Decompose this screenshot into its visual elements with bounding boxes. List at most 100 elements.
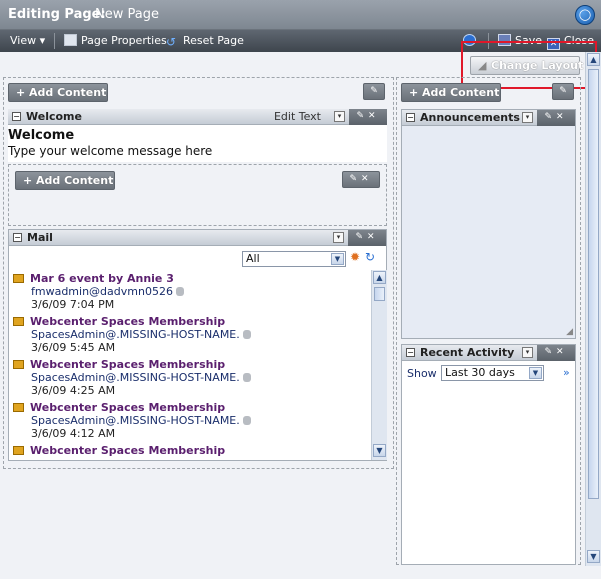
scroll-down-icon[interactable]: ▼ — [373, 444, 386, 457]
add-content-button[interactable]: + Add Content — [15, 171, 115, 190]
toolbar-divider — [54, 33, 55, 49]
mail-subject[interactable]: Webcenter Spaces Membership — [30, 444, 225, 457]
panel-menu-icon[interactable]: ▾ — [522, 347, 533, 358]
mail-sender[interactable]: SpacesAdmin@.MISSING-HOST-NAME. — [31, 414, 240, 427]
mail-date: 3/6/09 5:45 AM — [31, 341, 116, 354]
collapse-icon[interactable]: − — [12, 112, 21, 121]
column-edit-button[interactable]: ✎ — [363, 83, 385, 100]
pencil-icon: ✎ — [356, 111, 368, 121]
mail-subject[interactable]: Webcenter Spaces Membership — [30, 401, 225, 414]
view-menu[interactable]: View ▾ — [10, 34, 45, 47]
mail-item[interactable]: Mar 6 event by Annie 3 fmwadmin@dadvmn052… — [13, 272, 184, 311]
mail-sender[interactable]: SpacesAdmin@.MISSING-HOST-NAME. — [31, 328, 240, 341]
announcements-title: Announcements — [420, 111, 520, 124]
mail-date: 3/6/09 4:25 AM — [31, 384, 116, 397]
pencil-icon: ✎ — [559, 86, 567, 96]
page-properties-icon — [64, 34, 77, 46]
close-icon: ✕ — [367, 232, 379, 242]
close-icon: ✕ — [368, 111, 380, 121]
collapse-icon[interactable]: − — [406, 348, 415, 357]
pencil-icon: ✎ — [349, 174, 361, 184]
show-label: Show — [407, 367, 437, 380]
mail-sender[interactable]: SpacesAdmin@.MISSING-HOST-NAME. — [31, 371, 240, 384]
welcome-header: − Welcome Edit Text ▾ ✎✕ — [8, 109, 387, 125]
mail-subject[interactable]: Mar 6 event by Annie 3 — [30, 272, 174, 285]
mail-scrollbar[interactable]: ▲ ▼ — [371, 270, 387, 460]
mail-date: 3/6/09 7:04 PM — [31, 298, 115, 311]
more-icon[interactable]: » — [563, 366, 570, 379]
page-properties-button[interactable]: Page Properties — [64, 34, 167, 47]
panel-menu-icon[interactable]: ▾ — [333, 232, 344, 243]
mail-icon — [13, 360, 24, 369]
mail-subject[interactable]: Webcenter Spaces Membership — [30, 315, 225, 328]
scroll-up-icon[interactable]: ▲ — [373, 271, 386, 284]
collapse-icon[interactable]: − — [406, 113, 415, 122]
period-select[interactable]: Last 30 days ▼ — [441, 365, 544, 381]
welcome-panel: − Welcome Edit Text ▾ ✎✕ Welcome Type yo… — [8, 109, 387, 162]
recent-activity-title: Recent Activity — [420, 346, 515, 359]
announcements-header: − Announcements ▾ ✎✕ — [402, 110, 575, 126]
close-icon: ✕ — [361, 174, 373, 184]
panel-actions[interactable]: ✎✕ — [348, 230, 386, 246]
chevron-down-icon: ▼ — [529, 367, 542, 379]
mail-sender[interactable]: fmwadmin@dadvmn0526 — [31, 285, 173, 298]
announcements-panel: − Announcements ▾ ✎✕ ◢ — [401, 109, 576, 339]
scroll-thumb[interactable] — [588, 69, 599, 499]
mail-list: Mar 6 event by Annie 3 fmwadmin@dadvmn052… — [9, 270, 371, 460]
refresh-icon[interactable]: ↻ — [365, 250, 375, 264]
mail-item[interactable]: Webcenter Spaces Membership SpacesAdmin@.… — [13, 315, 251, 354]
scroll-thumb[interactable] — [374, 287, 385, 301]
chevron-down-icon: ▼ — [331, 253, 344, 265]
add-content-button[interactable]: + Add Content — [401, 83, 501, 102]
recent-activity-panel: − Recent Activity ▾ ✎✕ Show Last 30 days… — [401, 344, 576, 565]
recent-activity-header: − Recent Activity ▾ ✎✕ — [402, 345, 575, 361]
welcome-title: Welcome — [26, 110, 82, 123]
collapse-icon[interactable]: − — [13, 233, 22, 242]
resize-handle-icon[interactable]: ◢ — [566, 327, 573, 337]
presence-icon — [175, 287, 184, 296]
mail-title: Mail — [27, 231, 53, 244]
presence-icon — [242, 416, 251, 425]
welcome-body: Type your welcome message here — [8, 144, 213, 158]
mail-panel: − Mail ▾ ✎✕ All ▼ ✹ ↻ Mar 6 event by Anni… — [8, 229, 387, 461]
presence-icon — [242, 330, 251, 339]
scroll-down-icon[interactable]: ▼ — [587, 550, 600, 563]
attachment-icon — [13, 274, 24, 283]
presence-icon — [242, 373, 251, 382]
welcome-heading: Welcome — [8, 128, 75, 143]
mail-icon — [13, 403, 24, 412]
title-bar: Editing Page: New Page ◯ — [0, 0, 601, 30]
panel-menu-icon[interactable]: ▾ — [522, 112, 533, 123]
oracle-logo-icon[interactable]: ◯ — [575, 5, 595, 25]
pencil-icon: ✎ — [370, 86, 378, 96]
pencil-icon: ✎ — [544, 347, 556, 357]
close-icon: ✕ — [556, 347, 568, 357]
close-icon: ✕ — [556, 112, 568, 122]
box-actions[interactable]: ✎✕ — [342, 171, 380, 188]
mail-header: − Mail ▾ ✎✕ — [9, 230, 386, 246]
pencil-icon: ✎ — [544, 112, 556, 122]
column-edit-button[interactable]: ✎ — [552, 83, 574, 100]
reset-page-button[interactable]: ↺ Reset Page — [166, 34, 244, 48]
panel-actions[interactable]: ✎✕ — [349, 109, 387, 125]
mail-filter-select[interactable]: All ▼ — [242, 251, 346, 267]
scroll-up-icon[interactable]: ▲ — [587, 53, 600, 66]
page-scrollbar[interactable]: ▲ ▼ — [585, 52, 601, 566]
add-content-button[interactable]: + Add Content — [8, 83, 108, 102]
plus-icon: + — [16, 86, 26, 99]
mail-item[interactable]: Webcenter Spaces Membership SpacesAdmin@.… — [13, 358, 251, 397]
new-mail-icon[interactable]: ✹ — [350, 250, 360, 264]
panel-actions[interactable]: ✎✕ — [537, 110, 575, 126]
page-title: New Page — [95, 7, 159, 22]
mail-item[interactable]: Webcenter Spaces Membership — [13, 444, 225, 457]
panel-menu-icon[interactable]: ▾ — [334, 111, 345, 122]
panel-actions[interactable]: ✎✕ — [537, 345, 575, 361]
edit-text-link[interactable]: Edit Text — [274, 110, 321, 123]
mail-date: 3/6/09 4:12 AM — [31, 427, 116, 440]
plus-icon: + — [409, 86, 419, 99]
editing-page-label: Editing Page: — [8, 7, 106, 22]
mail-subject[interactable]: Webcenter Spaces Membership — [30, 358, 225, 371]
mail-item[interactable]: Webcenter Spaces Membership SpacesAdmin@.… — [13, 401, 251, 440]
mail-icon — [13, 446, 24, 455]
chevron-down-icon: ▾ — [39, 34, 46, 47]
